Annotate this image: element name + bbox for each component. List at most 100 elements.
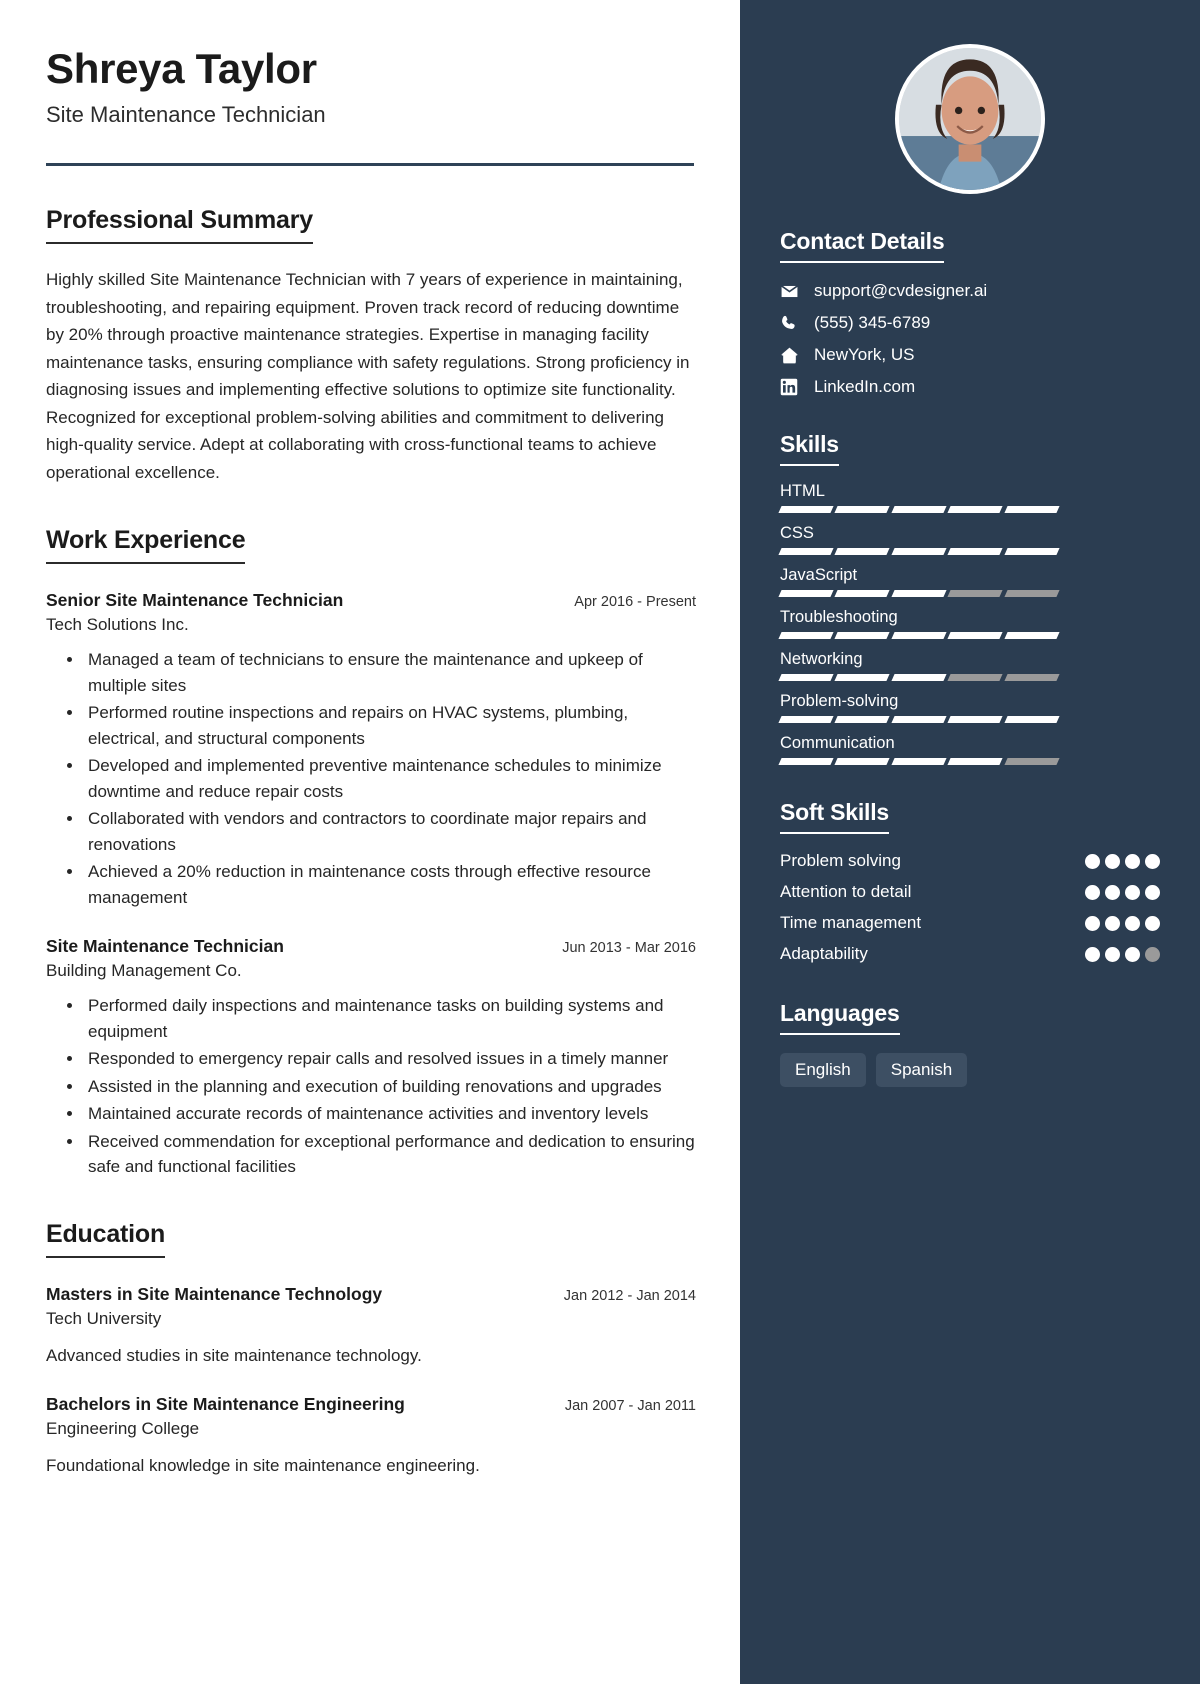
rating-dot [1145,946,1160,962]
skill-level-segment [947,632,1004,639]
education-entry-school: Engineering College [46,1419,200,1439]
language-pill: English [780,1052,866,1087]
skill-level-bar [778,632,1060,639]
rating-dot [1085,946,1100,962]
skill-level-segment [891,758,947,765]
skill-name: Troubleshooting [780,608,898,626]
work-entry-role: Site Maintenance Technician [46,936,284,957]
rating-dot [1105,946,1120,962]
education-entry: Bachelors in Site Maintenance Engineerin… [46,1394,696,1479]
education-entry-date: Jan 2012 - Jan 2014 [563,1287,696,1304]
skill-level-segment [834,632,891,639]
skill-level-segment [778,590,834,597]
soft-skill-item: Attention to detail [780,881,1160,904]
skill-level-segment [947,590,1004,597]
skill-level-bar [778,548,1060,555]
work-entry-date: Jun 2013 - Mar 2016 [562,940,696,957]
section-languages: Languages English Spanish [780,1000,1160,1087]
skill-level-bar [778,674,1060,681]
skill-name: Communication [780,734,895,752]
list-item: Received commendation for exceptional pe… [84,1129,701,1180]
section-heading-soft-skills: Soft Skills [780,799,889,834]
section-contact-details: Contact Details support@cvdesigner.ai (55… [780,228,1160,397]
section-skills: Skills HTML CSS JavaScript Troubleshooting N… [778,431,1160,765]
rating-dot [1125,915,1140,931]
contact-item-value: NewYork, US [814,345,915,364]
candidate-name: Shreya Taylor [46,45,317,92]
education-entry-degree: Masters in Site Maintenance Technology [46,1283,383,1304]
skill-level-segment [834,674,891,681]
skill-level-segment [1004,674,1060,681]
language-pill: Spanish [875,1052,968,1087]
skill-list: HTML CSS JavaScript Troubleshooting Networki… [778,482,1160,765]
rating-dot [1145,915,1160,931]
contact-list: support@cvdesigner.ai (555) 345-6789 NewYo… [780,281,1160,397]
skill-level-segment [834,548,891,555]
list-item: Managed a team of technicians to ensure … [84,647,701,698]
skill-item: JavaScript [778,566,1160,597]
sidebar: Contact Details support@cvdesigner.ai (55… [740,0,1200,1684]
list-item: Responded to emergency repair calls and … [84,1046,701,1072]
skill-level-segment [778,632,834,639]
contact-item-value: LinkedIn.com [814,377,916,396]
header-divider [46,163,694,167]
summary-text: Highly skilled Site Maintenance Technici… [46,270,690,482]
list-item: Developed and implemented preventive mai… [84,753,701,804]
section-heading-work: Work Experience [46,526,246,565]
soft-skill-rating [1076,943,1160,962]
work-entry-bullets: Managed a team of technicians to ensure … [46,647,701,910]
education-entry-description: Advanced studies in site maintenance tec… [46,1345,422,1365]
skill-level-segment [891,590,947,597]
section-work-experience: Work Experience Senior Site Maintenance … [46,526,696,1180]
skill-item: Networking [778,650,1160,681]
rating-dot [1105,884,1120,900]
work-entry-role: Senior Site Maintenance Technician [46,590,344,611]
soft-skill-name: Adaptability [780,943,868,963]
education-entry-date: Jan 2007 - Jan 2011 [564,1398,696,1415]
skill-level-segment [1004,716,1060,723]
avatar-container [780,0,1160,194]
skill-level-segment [947,716,1004,723]
contact-item[interactable]: (555) 345-6789 [780,313,1160,333]
list-item: Achieved a 20% reduction in maintenance … [84,859,701,910]
skill-item: Troubleshooting [778,608,1160,639]
soft-skill-rating [1076,912,1160,931]
soft-skill-item: Problem solving [780,850,1160,873]
skill-level-segment [778,674,834,681]
education-entry-list: Masters in Site Maintenance Technology Ja… [46,1284,696,1479]
rating-dot [1105,854,1120,869]
rating-dot [1105,915,1120,931]
section-professional-summary: Professional Summary Highly skilled Site… [46,206,694,486]
section-education: Education Masters in Site Maintenance Te… [46,1220,696,1479]
list-item: Performed daily inspections and maintena… [84,993,701,1044]
soft-skill-name: Attention to detail [780,881,912,901]
contact-item[interactable]: LinkedIn.com [780,377,1160,397]
section-heading-skills: Skills [780,431,839,466]
education-entry-description: Foundational knowledge in site maintenan… [46,1456,480,1476]
soft-skill-name: Time management [780,912,922,932]
skill-level-segment [891,506,947,513]
education-entry-header: Masters in Site Maintenance Technology Ja… [46,1284,696,1305]
skill-name: HTML [780,482,825,500]
candidate-job-title: Site Maintenance Technician [46,102,326,128]
skill-name: Problem-solving [780,692,899,710]
resume-page: Shreya Taylor Site Maintenance Technicia… [0,0,1200,1684]
home-icon [780,346,806,365]
skill-level-segment [778,548,834,555]
rating-dot [1125,946,1140,962]
skill-item: Problem-solving [778,692,1160,723]
skill-level-segment [947,758,1004,765]
contact-item[interactable]: NewYork, US [780,345,1160,365]
education-entry: Masters in Site Maintenance Technology Ja… [46,1284,696,1369]
soft-skill-rating [1076,850,1160,869]
contact-item[interactable]: support@cvdesigner.ai [780,281,1160,301]
work-entry-list: Senior Site Maintenance Technician Apr 20… [46,590,696,1180]
list-item: Performed routine inspections and repair… [84,700,701,751]
work-entry-bullets: Performed daily inspections and maintena… [46,993,701,1180]
soft-skill-item: Adaptability [780,943,1160,966]
skill-level-segment [1004,758,1060,765]
skill-level-segment [1004,548,1060,555]
list-item: Maintained accurate records of maintenan… [84,1101,701,1127]
list-item: Collaborated with vendors and contractor… [84,806,701,857]
skill-name: CSS [780,524,814,542]
